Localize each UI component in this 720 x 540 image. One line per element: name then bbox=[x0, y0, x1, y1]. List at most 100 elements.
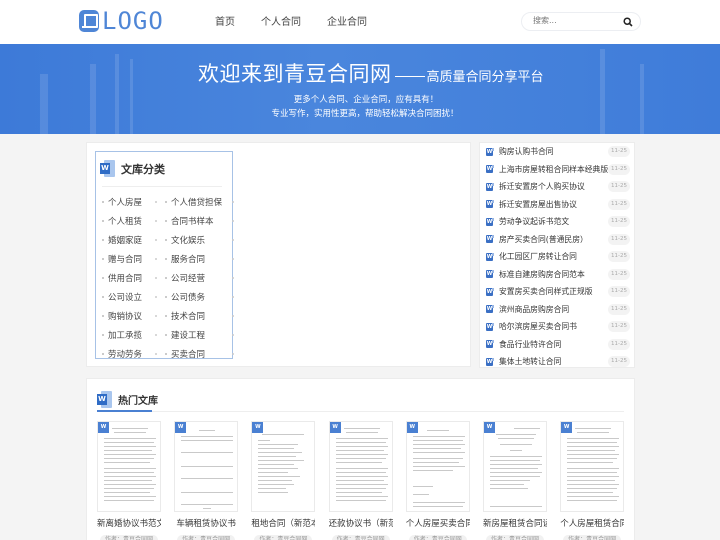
category-link[interactable]: 供用合同 bbox=[102, 272, 165, 284]
thumbnail-text-line bbox=[203, 508, 212, 509]
thumbnail-text-line bbox=[258, 492, 289, 493]
category-link[interactable]: 加工承揽 bbox=[102, 329, 165, 341]
word-doc-icon: W bbox=[97, 391, 112, 408]
category-row: 赠与合同 服务合同 bbox=[102, 249, 234, 268]
category-link[interactable]: 赠与合同 bbox=[102, 253, 165, 265]
category-link[interactable]: 公司经营 bbox=[165, 272, 234, 284]
doc-thumbnail: W bbox=[251, 421, 316, 512]
bullet-icon bbox=[155, 238, 157, 241]
doc-thumbnail: W bbox=[174, 421, 239, 512]
thumbnail-text-line bbox=[412, 486, 433, 487]
category-label: 公司债务 bbox=[171, 292, 206, 303]
site-logo[interactable]: LOGO bbox=[79, 9, 164, 33]
category-link[interactable]: 公司设立 bbox=[102, 291, 165, 303]
hot-doc-card[interactable]: W 车辆租赁协议书 作者：青豆合同网 bbox=[174, 421, 239, 540]
bullet-icon bbox=[232, 314, 234, 317]
banner-line-1: 更多个人合同、企业合同，应有具有！ bbox=[293, 95, 439, 105]
category-link[interactable]: 公司债务 bbox=[165, 291, 234, 303]
thumbnail-text-line bbox=[567, 476, 620, 477]
bullet-icon bbox=[102, 352, 104, 355]
recent-doc-item[interactable]: W 滨州商品房购房合同 11-25 bbox=[480, 301, 634, 319]
thumbnail-text-line bbox=[258, 440, 271, 441]
thumbnail-text-line bbox=[335, 454, 388, 455]
category-row: 加工承揽 建设工程 bbox=[102, 325, 234, 344]
category-label: 公司经营 bbox=[171, 273, 206, 284]
category-link[interactable]: 婚姻家庭 bbox=[102, 234, 165, 246]
hot-doc-card[interactable]: W 租地合同（新范本 作者：青豆合同网 bbox=[251, 421, 316, 540]
word-doc-icon: W bbox=[486, 182, 494, 191]
thumbnail-text-line bbox=[567, 446, 620, 447]
recent-doc-title: 食品行业特许合同 bbox=[499, 339, 562, 349]
thumbnail-text-line bbox=[104, 500, 154, 501]
thumbnail-text-line bbox=[104, 480, 152, 481]
recent-doc-item[interactable]: W 劳动争议起诉书范文 11-25 bbox=[480, 213, 634, 231]
recent-doc-item[interactable]: W 食品行业特许合同 11-25 bbox=[480, 336, 634, 354]
bullet-icon bbox=[102, 314, 104, 317]
recent-doc-date: 11-25 bbox=[608, 321, 630, 333]
category-link[interactable]: 个人借贷担保 bbox=[165, 196, 234, 208]
category-label: 供用合同 bbox=[108, 273, 143, 284]
hot-doc-card[interactable]: W 新离婚协议书范文 作者：青豆合同网 bbox=[97, 421, 161, 540]
thumbnail-text-line bbox=[104, 450, 152, 451]
recent-doc-item[interactable]: W 安置房买卖合同样式正规版 11-25 bbox=[480, 283, 634, 301]
category-link[interactable]: 技术合同 bbox=[165, 310, 234, 322]
search-icon[interactable] bbox=[623, 17, 633, 27]
nav-personal-contracts[interactable]: 个人合同 bbox=[261, 13, 301, 28]
recent-doc-item[interactable]: W 哈尔滨房屋买卖合同书 11-25 bbox=[480, 318, 634, 336]
bullet-icon bbox=[155, 352, 157, 355]
category-link[interactable]: 服务合同 bbox=[165, 253, 234, 265]
word-doc-icon: W bbox=[486, 147, 494, 156]
thumbnail-text-line bbox=[567, 500, 618, 501]
recent-doc-item[interactable]: W 上海市房屋转租合同样本经典版 11-25 bbox=[480, 161, 634, 179]
hot-doc-title: 新离婚协议书范文 bbox=[97, 519, 161, 529]
category-link[interactable]: 买卖合同 bbox=[165, 348, 234, 360]
hot-docs-panel: W 热门文库 W 新离婚协议书范文作者：青豆合同网 W 车辆租赁协议书 作者：青豆合同网… bbox=[86, 378, 635, 540]
thumbnail-text-line bbox=[490, 488, 528, 489]
bullet-icon bbox=[165, 257, 167, 260]
bullet-icon bbox=[232, 352, 234, 355]
recent-doc-item[interactable]: W 房产买卖合同(普通民房） 11-25 bbox=[480, 231, 634, 249]
hot-docs-header: W 热门文库 bbox=[97, 391, 158, 408]
recent-doc-item[interactable]: W 拆迁安置房个人购买协议 11-25 bbox=[480, 178, 634, 196]
hot-doc-card[interactable]: W 还款协议书（新范 作者：青豆合同网 bbox=[328, 421, 393, 540]
category-link[interactable]: 劳动劳务 bbox=[102, 348, 165, 360]
recent-doc-item[interactable]: W 化工园区厂房转让合同 11-25 bbox=[480, 248, 634, 266]
thumbnail-text-line bbox=[567, 438, 620, 439]
thumbnail-text-line bbox=[104, 468, 156, 469]
recent-doc-item[interactable]: W 拆迁安置房屋出售协议 11-25 bbox=[480, 196, 634, 214]
recent-doc-item[interactable]: W 集体土地转让合同 11-25 bbox=[480, 353, 634, 371]
search-input[interactable] bbox=[533, 16, 613, 25]
recent-doc-item[interactable]: W 标准自建房购房合同范本 11-25 bbox=[480, 266, 634, 284]
category-link[interactable]: 个人租赁 bbox=[102, 215, 165, 227]
thumbnail-text-line bbox=[335, 492, 382, 493]
bullet-icon bbox=[155, 295, 157, 298]
hot-doc-author: 作者：青豆合同网 bbox=[563, 535, 622, 540]
nav-enterprise-contracts[interactable]: 企业合同 bbox=[327, 13, 367, 28]
category-link[interactable]: 文化娱乐 bbox=[165, 234, 234, 246]
thumbnail-text-line bbox=[412, 494, 429, 495]
recent-doc-date: 11-25 bbox=[608, 216, 630, 228]
thumbnail-text-line bbox=[490, 464, 542, 465]
recent-doc-title: 哈尔滨房屋买卖合同书 bbox=[499, 322, 577, 332]
hot-doc-card[interactable]: W 新房屋租赁合同读 作者：青豆合同网 bbox=[483, 421, 547, 540]
hot-docs-title: 热门文库 bbox=[118, 396, 158, 407]
hot-doc-card[interactable]: W 个人房屋买卖合同 作者：青豆合同网 bbox=[405, 421, 470, 540]
thumbnail-text-line bbox=[112, 428, 148, 429]
nav-home[interactable]: 首页 bbox=[215, 13, 235, 28]
category-row: 劳动劳务 买卖合同 bbox=[102, 344, 234, 363]
thumbnail-text-line bbox=[335, 458, 386, 459]
category-link[interactable]: 建设工程 bbox=[165, 329, 234, 341]
recent-doc-title: 拆迁安置房个人购买协议 bbox=[499, 182, 585, 192]
thumbnail-text-line bbox=[498, 438, 534, 439]
category-link[interactable]: 购销协议 bbox=[102, 310, 165, 322]
recent-doc-item[interactable]: W 购房认购书合同 11-25 bbox=[480, 143, 634, 161]
thumbnail-text-line bbox=[567, 462, 614, 463]
hot-doc-card[interactable]: W 个人房屋租赁合同 作者：青豆合同网 bbox=[560, 421, 625, 540]
word-doc-icon: W bbox=[561, 422, 573, 433]
doc-thumbnail: W bbox=[97, 421, 161, 512]
category-link[interactable]: 合同书样本 bbox=[165, 215, 234, 227]
thumbnail-text-line bbox=[335, 496, 388, 497]
thumbnail-text-line bbox=[335, 450, 384, 451]
recent-doc-date: 11-25 bbox=[608, 198, 630, 210]
category-link[interactable]: 个人房屋 bbox=[102, 196, 165, 208]
